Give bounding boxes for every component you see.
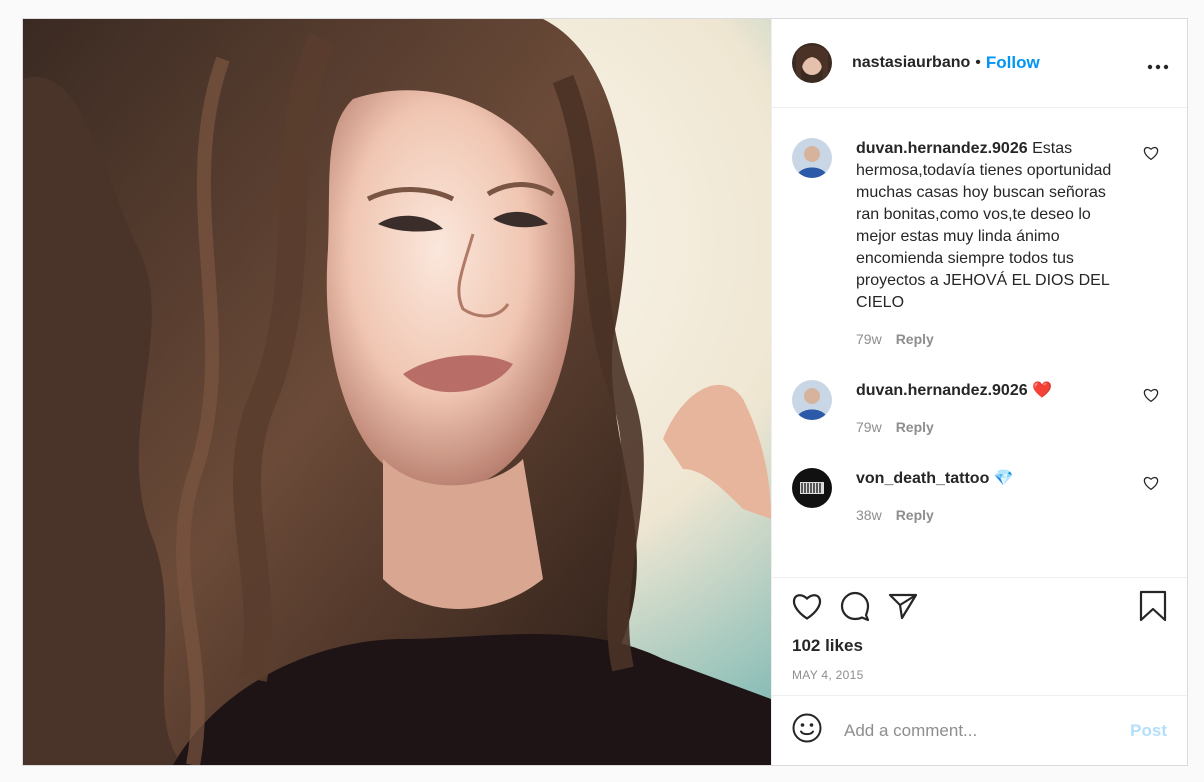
portrait-image [23,19,771,765]
comment-text: ❤️ [1027,382,1052,399]
comment-icon[interactable] [840,591,870,626]
comment-body: duvan.hernandez.9026 Estas hermosa,todav… [856,128,1116,350]
more-icon[interactable] [1147,50,1169,76]
comment-text: 💎 [989,470,1014,487]
comment-item: duvan.hernandez.9026 Estas hermosa,todav… [792,128,1167,350]
commenter-avatar-image [792,380,832,420]
comment-age[interactable]: 79w [856,331,882,347]
comment-age[interactable]: 79w [856,419,882,435]
comment-age[interactable]: 38w [856,507,882,523]
likes-count[interactable]: 102 likes [792,636,1167,656]
reply-button[interactable]: Reply [896,507,934,523]
comment-username[interactable]: duvan.hernandez.9026 [856,382,1028,399]
post-date[interactable]: MAY 4, 2015 [792,668,1167,682]
comment-meta: 79w Reply [856,328,1116,350]
comment-like-heart-icon[interactable] [1143,388,1159,407]
smiley-icon[interactable] [792,713,822,748]
follow-button[interactable]: Follow [986,53,1040,73]
comment-item: von_death_tattoo 💎 38w Reply [792,458,1167,526]
commenter-avatar[interactable] [792,138,832,178]
comment-body: von_death_tattoo 💎 38w Reply [856,458,1116,526]
commenter-avatar[interactable] [792,380,832,420]
post-sidebar: nastasiaurbano • Follow duvan.hernandez.… [771,19,1187,765]
post-card: nastasiaurbano • Follow duvan.hernandez.… [22,18,1188,766]
author-avatar[interactable] [792,43,832,83]
comment-username[interactable]: von_death_tattoo [856,470,989,487]
comment-item: duvan.hernandez.9026 ❤️ 79w Reply [792,370,1167,438]
share-icon[interactable] [888,592,918,625]
author-avatar-image [792,43,832,83]
post-photo[interactable] [23,19,771,765]
comment-like-heart-icon[interactable] [1143,146,1159,165]
like-heart-icon[interactable] [792,592,822,625]
add-comment-input[interactable] [842,719,1131,742]
post-header: nastasiaurbano • Follow [772,19,1187,108]
comment-meta: 79w Reply [856,416,1116,438]
comment-like-heart-icon[interactable] [1143,476,1159,495]
separator-dot: • [975,54,981,71]
commenter-avatar[interactable] [792,468,832,508]
action-icons [792,590,1167,627]
add-comment-bar: Post [772,695,1187,765]
comment-meta: 38w Reply [856,504,1116,526]
comments-list[interactable]: duvan.hernandez.9026 Estas hermosa,todav… [772,108,1187,577]
reply-button[interactable]: Reply [896,419,934,435]
reply-button[interactable]: Reply [896,331,934,347]
bookmark-icon[interactable] [1139,590,1167,627]
comment-text: Estas hermosa,todavía tienes oportunidad… [856,140,1112,311]
author-username[interactable]: nastasiaurbano [852,54,970,72]
commenter-avatar-image [792,468,832,508]
post-comment-button[interactable]: Post [1130,721,1167,741]
post-actions: 102 likes MAY 4, 2015 [772,577,1187,695]
comment-body: duvan.hernandez.9026 ❤️ 79w Reply [856,370,1116,438]
commenter-avatar-image [792,138,832,178]
comment-username[interactable]: duvan.hernandez.9026 [856,140,1028,157]
